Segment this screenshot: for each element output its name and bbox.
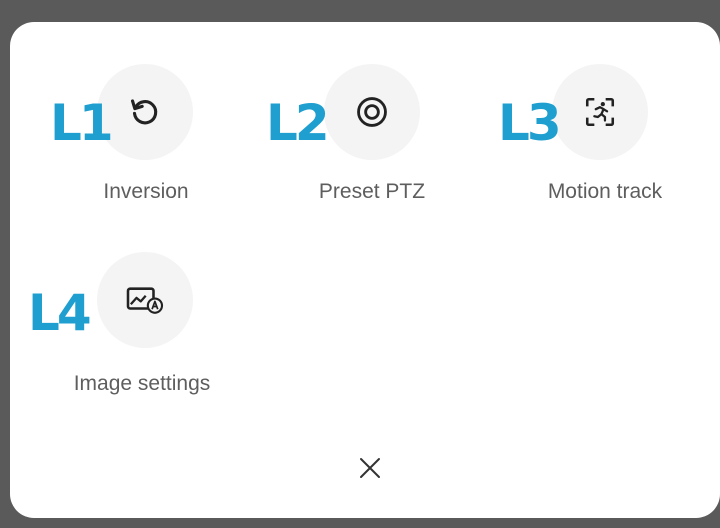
inversion-button[interactable] [97, 64, 193, 160]
rotate-ccw-icon [130, 99, 158, 125]
close-button[interactable] [350, 448, 390, 488]
close-icon [360, 458, 380, 478]
inversion-label: Inversion [103, 180, 189, 203]
annotation-tag-l3: L3 [498, 94, 562, 152]
motion-track-button[interactable] [552, 64, 648, 160]
annotation-tag-l2: L2 [266, 94, 330, 152]
annotation-tag-l4: L4 [28, 284, 92, 342]
image-auto-icon [126, 287, 164, 314]
annotation-tag-l1: L1 [50, 94, 114, 152]
motion-track-icon [585, 97, 615, 127]
image-settings-button[interactable] [97, 252, 193, 348]
motion-track-label: Motion track [547, 180, 663, 203]
bottom-sheet-menu: Inversion L1 Preset PTZ L2 Motion track … [10, 22, 720, 518]
target-icon [357, 97, 387, 127]
preset-ptz-label: Preset PTZ [318, 180, 426, 203]
preset-ptz-button[interactable] [324, 64, 420, 160]
image-settings-label: Image settings [73, 372, 211, 395]
